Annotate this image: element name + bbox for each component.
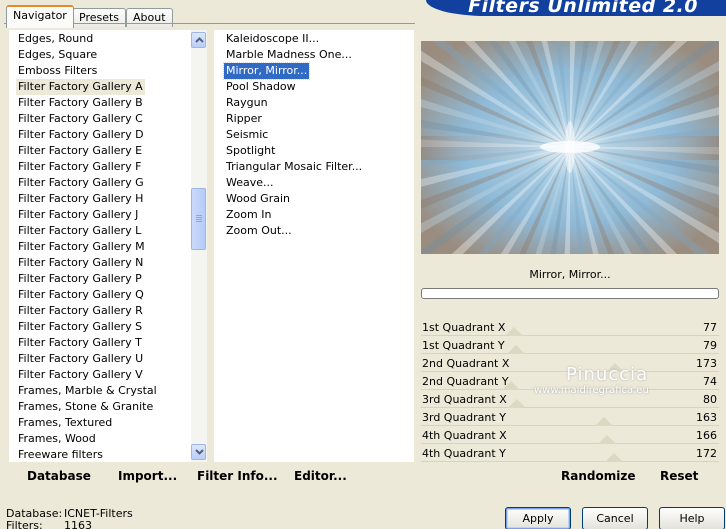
category-list[interactable]: Edges, Round Edges, Square Emboss Filters F… [9, 30, 191, 462]
slider-value: 77 [703, 321, 717, 334]
chevron-down-icon [195, 449, 204, 455]
help-button[interactable]: Help [659, 507, 725, 529]
chevron-up-icon [195, 37, 204, 43]
slider-label: 1st Quadrant Y [422, 339, 505, 352]
category-item[interactable]: Filter Factory Gallery L [16, 223, 143, 239]
category-item[interactable]: Filter Factory Gallery M [16, 239, 147, 255]
preview-canvas [421, 41, 719, 254]
filter-item[interactable]: Marble Madness One... [224, 47, 354, 63]
slider-thumb[interactable] [595, 417, 613, 426]
category-item[interactable]: Filter Factory Gallery C [16, 111, 145, 127]
filter-item[interactable]: Seismic [224, 127, 270, 143]
category-item[interactable]: Filter Factory Gallery J [16, 207, 140, 223]
slider-thumb[interactable] [508, 399, 526, 408]
category-item[interactable]: Filter Factory Gallery A [16, 79, 145, 95]
category-item[interactable]: Filter Factory Gallery U [16, 351, 145, 367]
slider-row: 1st Quadrant Y 79 [421, 337, 719, 355]
filter-item[interactable]: Spotlight [224, 143, 277, 159]
tab-about[interactable]: About [126, 8, 173, 27]
slider-value: 80 [703, 393, 717, 406]
filter-list[interactable]: Kaleidoscope II... Marble Madness One... M… [214, 30, 414, 462]
slider-label: 4th Quadrant Y [422, 447, 506, 460]
slider-thumb[interactable] [605, 453, 623, 462]
slider-label: 3rd Quadrant X [422, 393, 507, 406]
category-item[interactable]: Filter Factory Gallery D [16, 127, 146, 143]
category-item[interactable]: Filter Factory Gallery T [16, 335, 144, 351]
scroll-up-button[interactable] [191, 32, 206, 48]
category-item[interactable]: Freeware filters [16, 447, 105, 462]
cancel-button[interactable]: Cancel [582, 507, 648, 529]
category-item[interactable]: Filter Factory Gallery G [16, 175, 146, 191]
tab-presets[interactable]: Presets [72, 8, 127, 27]
filter-item[interactable]: Wood Grain [224, 191, 292, 207]
filter-info-button[interactable]: Filter Info... [197, 469, 278, 483]
preview-image [421, 41, 719, 254]
category-item[interactable]: Filter Factory Gallery H [16, 191, 145, 207]
slider-thumb[interactable] [505, 327, 523, 336]
slider-thumb[interactable] [598, 435, 616, 444]
parameter-toolbar: Randomize Reset [420, 462, 720, 490]
scroll-thumb[interactable] [191, 188, 206, 250]
slider-value: 166 [696, 429, 717, 442]
slider-row: 4th Quadrant X 166 [421, 427, 719, 445]
app-banner: Filters Unlimited 2.0 [426, 0, 726, 16]
list-toolbar: Database Import... Filter Info... Editor… [9, 462, 414, 490]
filter-item[interactable]: Weave... [224, 175, 276, 191]
import-button[interactable]: Import... [118, 469, 177, 483]
filter-item[interactable]: Triangular Mosaic Filter... [224, 159, 364, 175]
scroll-down-button[interactable] [191, 444, 206, 460]
category-item[interactable]: Frames, Marble & Crystal [16, 383, 159, 399]
slider-value: 163 [696, 411, 717, 424]
category-item[interactable]: Filter Factory Gallery N [16, 255, 145, 271]
category-item[interactable]: Filter Factory Gallery B [16, 95, 145, 111]
filter-item[interactable]: Mirror, Mirror... [222, 62, 311, 80]
category-item[interactable]: Filter Factory Gallery E [16, 143, 144, 159]
apply-button[interactable]: Apply [505, 507, 571, 529]
slider-value: 79 [703, 339, 717, 352]
category-item[interactable]: Edges, Square [16, 47, 99, 63]
slider-value: 173 [696, 357, 717, 370]
filter-item[interactable]: Zoom Out... [224, 223, 294, 239]
category-item[interactable]: Filter Factory Gallery V [16, 367, 145, 383]
slider-label: 2nd Quadrant Y [422, 375, 509, 388]
category-item[interactable]: Frames, Wood [16, 431, 98, 447]
database-button[interactable]: Database [27, 469, 91, 483]
editor-button[interactable]: Editor... [294, 469, 347, 483]
category-item[interactable]: Frames, Textured [16, 415, 114, 431]
category-scrollbar[interactable] [191, 30, 207, 462]
category-item[interactable]: Filter Factory Gallery S [16, 319, 144, 335]
slider-value: 74 [703, 375, 717, 388]
tab-navigator[interactable]: Navigator [6, 5, 74, 28]
watermark-url: www.maidiregrafica.eu [534, 385, 649, 396]
app-title: Filters Unlimited 2.0 [468, 0, 698, 16]
category-item[interactable]: Filter Factory Gallery R [16, 303, 145, 319]
category-item[interactable]: Filter Factory Gallery Q [16, 287, 146, 303]
filters-count-value: 1163 [64, 519, 92, 529]
slider-label: 2nd Quadrant X [422, 357, 510, 370]
slider-label: 1st Quadrant X [422, 321, 506, 334]
slider-thumb[interactable] [507, 345, 525, 354]
filter-item[interactable]: Kaleidoscope II... [224, 31, 321, 47]
slider-row: 4th Quadrant Y 172 [421, 445, 719, 463]
reset-button[interactable]: Reset [660, 469, 698, 483]
watermark-name: Pinuccia [566, 364, 649, 385]
filter-item[interactable]: Pool Shadow [224, 79, 298, 95]
slider-value: 172 [696, 447, 717, 460]
slider-label: 4th Quadrant X [422, 429, 507, 442]
slider-label: 3rd Quadrant Y [422, 411, 506, 424]
filter-item[interactable]: Zoom In [224, 207, 273, 223]
filters-count-label: Filters: [6, 519, 43, 529]
category-item[interactable]: Edges, Round [16, 31, 95, 47]
slider-row: 3rd Quadrant Y 163 [421, 409, 719, 427]
randomize-button[interactable]: Randomize [561, 469, 635, 483]
progress-bar [421, 288, 719, 299]
slider-row: 1st Quadrant X 77 [421, 319, 719, 337]
category-item[interactable]: Filter Factory Gallery F [16, 159, 143, 175]
category-item[interactable]: Frames, Stone & Granite [16, 399, 155, 415]
category-item[interactable]: Emboss Filters [16, 63, 99, 79]
filter-title: Mirror, Mirror... [529, 268, 611, 281]
category-item[interactable]: Filter Factory Gallery P [16, 271, 144, 287]
filter-item[interactable]: Ripper [224, 111, 264, 127]
filter-item[interactable]: Raygun [224, 95, 270, 111]
